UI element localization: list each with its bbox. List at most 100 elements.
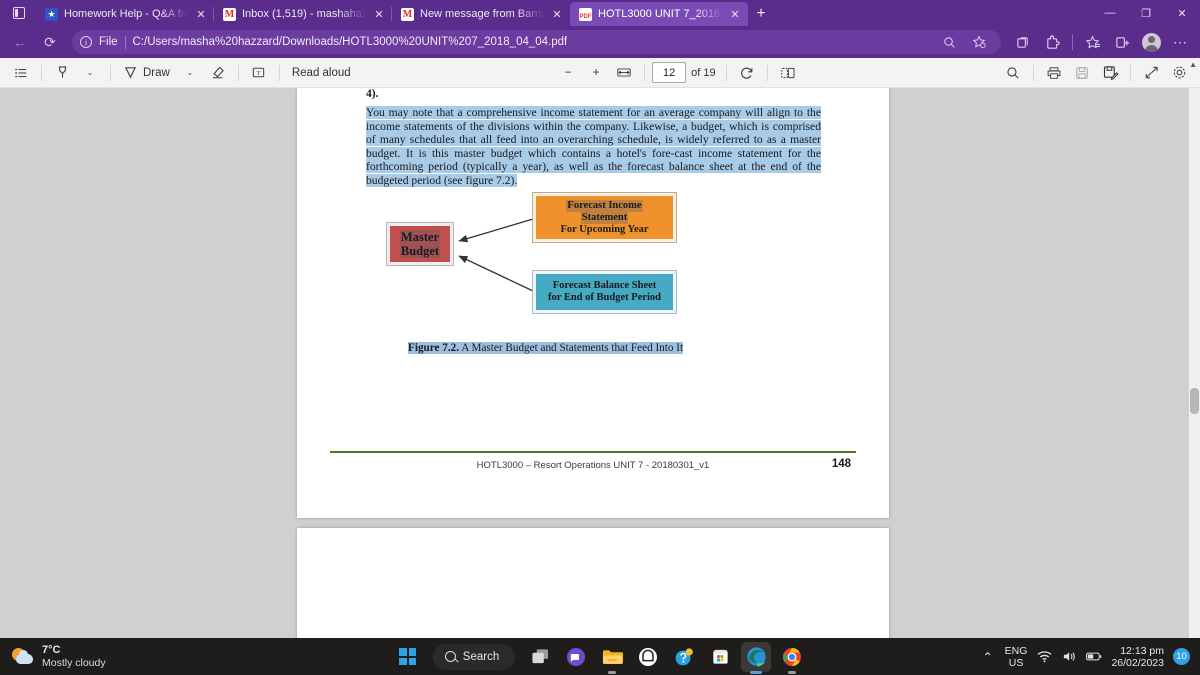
viewer-scrollbar-thumb[interactable] [1190, 388, 1199, 414]
figure-diagram: Master Budget Forecast Income Statement … [297, 192, 889, 328]
pdf-viewer: 4). You may note that a comprehensive in… [0, 88, 1200, 638]
minimize-button[interactable]: — [1092, 0, 1128, 26]
eraser-icon[interactable] [205, 61, 231, 85]
browser-window: ★ Homework Help - Q&A from Onl ✕ M Inbox… [0, 0, 1200, 638]
tab-title: HOTL3000 UNIT 7_2018_04_04.p [598, 8, 722, 20]
info-circle-icon: i [80, 36, 92, 48]
fit-to-width-icon[interactable] [611, 61, 637, 85]
tab-actions-menu-icon[interactable] [2, 0, 36, 26]
search-label: Search [462, 650, 500, 663]
pdf-page-148: 4). You may note that a comprehensive in… [297, 88, 889, 518]
diagram-box-forecast-income-statement: Forecast Income Statement For Upcoming Y… [532, 192, 677, 243]
address-divider [124, 35, 126, 49]
windows-logo-icon [399, 648, 417, 665]
favorite-star-icon[interactable] [965, 29, 993, 55]
scroll-up-arrow-icon[interactable]: ▲ [1189, 60, 1197, 69]
mail-icon[interactable] [633, 642, 663, 672]
page-number-input[interactable]: 12 [652, 62, 687, 83]
star-bookmark-icon: ★ [45, 7, 58, 21]
teams-icon[interactable] [561, 642, 591, 672]
avatar [1141, 32, 1161, 52]
toolbar-divider [644, 64, 646, 81]
tab-strip: ★ Homework Help - Q&A from Onl ✕ M Inbox… [0, 0, 1200, 26]
draw-options-chevron-down-icon[interactable]: ⌄ [177, 61, 203, 85]
taskbar-app-buttons: Search [0, 641, 1200, 674]
zoom-out-button[interactable]: − [555, 61, 581, 85]
search-icon [444, 651, 456, 662]
highlighter-icon[interactable] [49, 61, 75, 85]
vertical-tabs-icon [13, 7, 25, 19]
toolbar-divider [725, 64, 727, 81]
address-url-text: C:/Users/masha%20hazzard/Downloads/HOTL3… [132, 36, 568, 48]
tab-close-icon[interactable]: ✕ [550, 7, 564, 21]
page-footer-number: 148 [831, 458, 851, 470]
refresh-button[interactable]: ⟳ [36, 29, 64, 55]
tab-close-icon[interactable]: ✕ [194, 7, 208, 21]
master-budget-line-2: Budget [399, 244, 441, 258]
highlighted-paragraph-text: You may note that a comprehensive income… [366, 106, 821, 187]
figure-caption: Figure 7.2. A Master Budget and Statemen… [408, 342, 684, 354]
running-indicator [608, 671, 617, 674]
browser-tab-new-message[interactable]: M New message from Barrington G ✕ [391, 2, 570, 26]
draw-label: Draw [143, 66, 170, 79]
address-bar[interactable]: i File C:/Users/masha%20hazzard/Download… [72, 30, 1001, 54]
rotate-icon[interactable] [734, 61, 760, 85]
windows-taskbar: 7°C Mostly cloudy Search ⌃ ENG US 12:13 … [0, 638, 1200, 675]
file-explorer-icon[interactable] [597, 642, 627, 674]
svg-text:T: T [257, 70, 261, 77]
income-box-line-1: Forecast Income [566, 199, 643, 212]
page-total-label: of 19 [691, 66, 716, 79]
read-aloud-button[interactable]: Read aloud [287, 61, 356, 85]
footer-rule [330, 451, 856, 453]
google-chrome-icon[interactable] [777, 642, 807, 674]
diagram-box-forecast-balance-sheet: Forecast Balance Sheet for End of Budget… [532, 270, 677, 314]
taskbar-search-button[interactable]: Search [432, 643, 516, 670]
new-tab-button[interactable]: + [748, 2, 774, 26]
save-as-icon[interactable] [1097, 61, 1123, 85]
profile-avatar[interactable] [1137, 29, 1165, 55]
pdf-toolbar: ⌄ Draw ⌄ T Read aloud − + 12 of 19 ▲ [0, 58, 1200, 88]
running-indicator-active [750, 671, 763, 674]
toolbar-divider [278, 64, 280, 81]
favorites-icon[interactable] [1079, 29, 1107, 55]
toolbar-divider [1033, 64, 1035, 81]
page-view-icon[interactable] [775, 61, 801, 85]
task-view-icon[interactable] [525, 642, 555, 672]
zoom-in-button[interactable]: + [583, 61, 609, 85]
search-icon[interactable] [1000, 61, 1026, 85]
extensions-icon[interactable] [1038, 29, 1066, 55]
microsoft-store-icon[interactable] [705, 642, 735, 672]
help-icon[interactable] [669, 642, 699, 672]
close-window-button[interactable]: ✕ [1164, 0, 1200, 26]
toolbar-divider [110, 64, 111, 81]
start-button[interactable] [393, 642, 423, 672]
fullscreen-icon[interactable] [1138, 61, 1164, 85]
maximize-button[interactable]: ❐ [1128, 0, 1164, 26]
toolbar-divider [1130, 64, 1132, 81]
browser-tab-homework-help[interactable]: ★ Homework Help - Q&A from Onl ✕ [36, 2, 214, 26]
collections-icon[interactable] [1009, 29, 1037, 55]
draw-button[interactable]: Draw [118, 61, 175, 85]
settings-and-more-button[interactable]: ⋯ [1166, 29, 1194, 55]
split-screen-icon[interactable] [1108, 29, 1136, 55]
microsoft-edge-icon[interactable] [741, 641, 772, 674]
figure-caption-label: Figure 7.2. [408, 342, 460, 354]
save-icon[interactable] [1069, 61, 1095, 85]
browser-tab-inbox[interactable]: M Inbox (1,519) - mashahazzard477 ✕ [213, 2, 392, 26]
toolbar-divider [41, 64, 42, 81]
viewer-scrollbar[interactable] [1189, 88, 1200, 638]
add-text-icon[interactable]: T [246, 61, 272, 85]
tab-close-icon[interactable]: ✕ [372, 7, 386, 21]
toolbar-divider [237, 64, 239, 81]
print-icon[interactable] [1041, 61, 1067, 85]
highlighter-options-chevron-down-icon[interactable]: ⌄ [77, 61, 103, 85]
search-icon[interactable] [935, 29, 963, 55]
master-budget-line-1: Master [399, 230, 441, 244]
navigation-bar: ← ⟳ i File C:/Users/masha%20hazzard/Down… [0, 26, 1200, 58]
table-of-contents-icon[interactable] [8, 61, 34, 85]
back-button[interactable]: ← [6, 29, 34, 55]
tab-close-icon[interactable]: ✕ [728, 7, 742, 21]
balance-box-line-2: for End of Budget Period [548, 292, 661, 303]
income-box-line-2: Statement [580, 211, 629, 224]
browser-tab-pdf-active[interactable]: PDF HOTL3000 UNIT 7_2018_04_04.p ✕ [570, 2, 748, 26]
